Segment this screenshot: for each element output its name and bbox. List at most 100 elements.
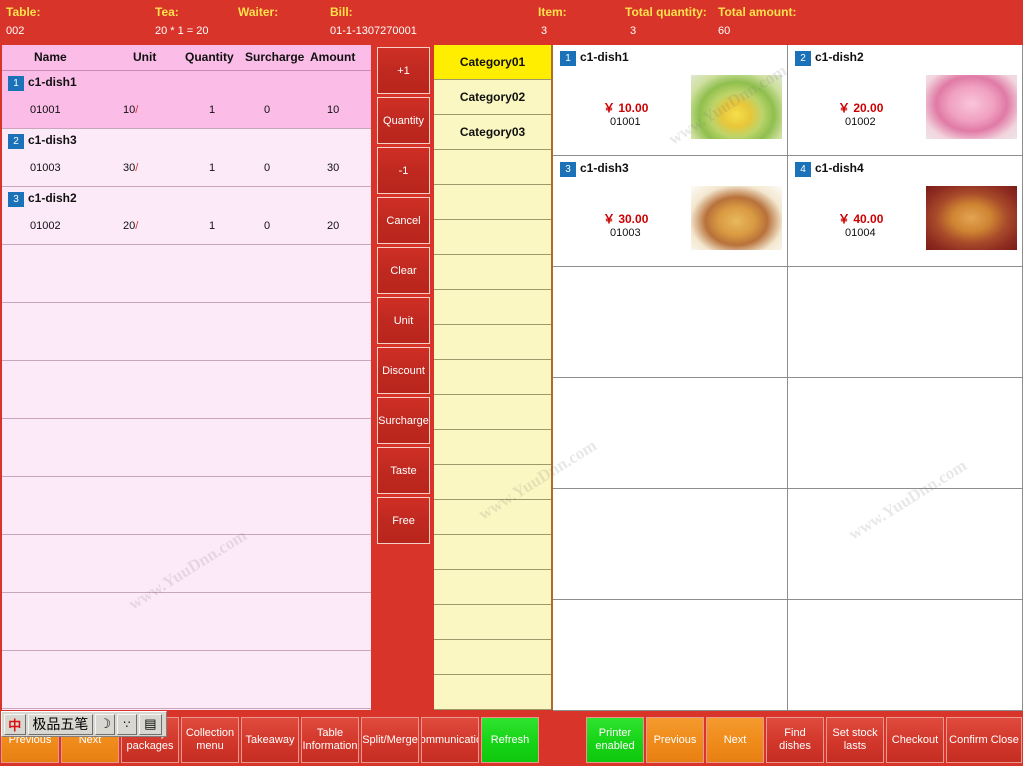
category-item-9[interactable] bbox=[434, 360, 551, 395]
category-item-0[interactable]: Category01 bbox=[434, 45, 551, 80]
column-header-name: Name bbox=[34, 50, 67, 64]
keyboard-icon[interactable]: ▤ bbox=[138, 713, 162, 735]
row-index-badge: 1 bbox=[8, 76, 24, 91]
action-button-free[interactable]: Free bbox=[377, 497, 430, 544]
category-item-4[interactable] bbox=[434, 185, 551, 220]
column-header-quantity: Quantity bbox=[185, 50, 234, 64]
order-row-list: 1 c1-dish1 01001 10/1 0 10 2 c1-dish3 01003 30/1 0… bbox=[2, 71, 371, 709]
table-row[interactable]: 3 c1-dish2 01002 20/1 0 20 bbox=[2, 187, 371, 245]
table-row[interactable]: 1 c1-dish1 01001 10/1 0 10 bbox=[2, 71, 371, 129]
category-item-11[interactable] bbox=[434, 430, 551, 465]
toolbar-button-printer-enabled[interactable]: Printer enabled bbox=[586, 717, 644, 763]
table-row-empty[interactable] bbox=[2, 593, 371, 651]
dish-cell-empty[interactable] bbox=[553, 489, 788, 600]
row-surcharge: 0 bbox=[264, 220, 271, 232]
table-row-empty[interactable] bbox=[2, 535, 371, 593]
dish-cell[interactable]: 1 c1-dish1 ￥ 10.00 01001 bbox=[553, 45, 788, 156]
table-row-empty[interactable] bbox=[2, 477, 371, 535]
dish-cell[interactable]: 4 c1-dish4 ￥ 40.00 01004 bbox=[788, 156, 1023, 267]
toolbar-button-checkout[interactable]: Checkout bbox=[886, 717, 944, 763]
toolbar-button-set-stock-lasts[interactable]: Set stock lasts bbox=[826, 717, 884, 763]
category-item-6[interactable] bbox=[434, 255, 551, 290]
toolbar-button-split-merge[interactable]: Split/Merge bbox=[361, 717, 419, 763]
toolbar-button-next-right[interactable]: Next bbox=[706, 717, 764, 763]
dish-code: 01003 bbox=[610, 227, 641, 239]
dish-code: 01004 bbox=[845, 227, 876, 239]
category-item-15[interactable] bbox=[434, 570, 551, 605]
dish-cell-empty[interactable] bbox=[553, 267, 788, 378]
column-header-surcharge: Surcharge bbox=[245, 50, 305, 64]
action-button-discount[interactable]: Discount bbox=[377, 347, 430, 394]
category-item-16[interactable] bbox=[434, 605, 551, 640]
header-label-3: Bill: bbox=[330, 5, 353, 19]
category-item-18[interactable] bbox=[434, 675, 551, 710]
ime-language-icon[interactable]: 中 bbox=[4, 713, 26, 735]
toolbar-button-takeaway[interactable]: Takeaway bbox=[241, 717, 299, 763]
header-value-1: 20 * 1 = 20 bbox=[155, 25, 209, 37]
row-amount: 10 bbox=[327, 104, 340, 116]
dish-cell-empty[interactable] bbox=[788, 267, 1023, 378]
row-surcharge: 0 bbox=[264, 162, 271, 174]
pos-application: Table: 002 Tea: 20 * 1 = 20 Waiter: Bill: 01-1… bbox=[0, 0, 1023, 766]
category-item-12[interactable] bbox=[434, 465, 551, 500]
table-row-empty[interactable] bbox=[2, 303, 371, 361]
table-row-empty[interactable] bbox=[2, 361, 371, 419]
dish-price: ￥ 30.00 bbox=[603, 212, 649, 226]
action-button-clear[interactable]: Clear bbox=[377, 247, 430, 294]
toolbar-button-table-information[interactable]: Table Information bbox=[301, 717, 359, 763]
ime-method-label[interactable]: 极品五笔 bbox=[27, 713, 94, 735]
toolbar-button-previous-right[interactable]: Previous bbox=[646, 717, 704, 763]
category-item-5[interactable] bbox=[434, 220, 551, 255]
category-item-10[interactable] bbox=[434, 395, 551, 430]
action-button-unit[interactable]: Unit bbox=[377, 297, 430, 344]
row-unit: 10/ bbox=[123, 104, 138, 116]
punctuation-icon[interactable]: ∵ bbox=[117, 713, 137, 735]
header-bar: Table: 002 Tea: 20 * 1 = 20 Waiter: Bill: 01-1… bbox=[0, 0, 1023, 45]
category-item-7[interactable] bbox=[434, 290, 551, 325]
dish-cell-empty[interactable] bbox=[553, 600, 788, 711]
header-label-4: Item: bbox=[538, 5, 567, 19]
category-item-14[interactable] bbox=[434, 535, 551, 570]
toolbar-button-communication[interactable]: Communication bbox=[421, 717, 479, 763]
dish-price: ￥ 10.00 bbox=[603, 101, 649, 115]
dish-cell-empty[interactable] bbox=[788, 489, 1023, 600]
category-item-1[interactable]: Category02 bbox=[434, 80, 551, 115]
main-area: Name Unit Quantity Surcharge Amount 1 c1-… bbox=[0, 45, 1023, 714]
table-row-empty[interactable] bbox=[2, 651, 371, 709]
moon-icon[interactable]: ☽ bbox=[95, 713, 116, 735]
table-row-empty[interactable] bbox=[2, 245, 371, 303]
dish-code: 01002 bbox=[845, 116, 876, 128]
table-row-empty[interactable] bbox=[2, 419, 371, 477]
toolbar-button-find-dishes[interactable]: Find dishes bbox=[766, 717, 824, 763]
row-quantity: 1 bbox=[209, 220, 216, 232]
header-value-6: 60 bbox=[718, 25, 731, 37]
dish-thumbnail-image bbox=[926, 75, 1017, 139]
header-label-5: Total quantity: bbox=[625, 5, 707, 19]
action-button-quantity[interactable]: Quantity bbox=[377, 97, 430, 144]
action-button-minus-one[interactable]: -1 bbox=[377, 147, 430, 194]
action-button-cancel[interactable]: Cancel bbox=[377, 197, 430, 244]
category-item-3[interactable] bbox=[434, 150, 551, 185]
category-item-13[interactable] bbox=[434, 500, 551, 535]
action-button-taste[interactable]: Taste bbox=[377, 447, 430, 494]
header-value-4: 3 bbox=[541, 25, 548, 37]
ime-toolbar[interactable]: 中 极品五笔 ☽ ∵ ▤ bbox=[1, 711, 167, 737]
row-unit-value: 20 bbox=[123, 220, 136, 232]
dish-cell[interactable]: 2 c1-dish2 ￥ 20.00 01002 bbox=[788, 45, 1023, 156]
dish-price: ￥ 40.00 bbox=[838, 212, 884, 226]
toolbar-button-collection-menu[interactable]: Collection menu bbox=[181, 717, 239, 763]
dish-cell-empty[interactable] bbox=[788, 378, 1023, 489]
dish-cell[interactable]: 3 c1-dish3 ￥ 30.00 01003 bbox=[553, 156, 788, 267]
table-row[interactable]: 2 c1-dish3 01003 30/1 0 30 bbox=[2, 129, 371, 187]
column-header-unit: Unit bbox=[133, 50, 157, 64]
category-item-17[interactable] bbox=[434, 640, 551, 675]
action-button-plus-one[interactable]: +1 bbox=[377, 47, 430, 94]
dish-cell-empty[interactable] bbox=[788, 600, 1023, 711]
category-item-8[interactable] bbox=[434, 325, 551, 360]
toolbar-button-refresh[interactable]: Refresh bbox=[481, 717, 539, 763]
action-button-surcharge[interactable]: Surcharge bbox=[377, 397, 430, 444]
dish-cell-empty[interactable] bbox=[553, 378, 788, 489]
dish-index-badge: 3 bbox=[560, 162, 576, 177]
category-item-2[interactable]: Category03 bbox=[434, 115, 551, 150]
toolbar-button-confirm-close[interactable]: Confirm Close bbox=[946, 717, 1022, 763]
